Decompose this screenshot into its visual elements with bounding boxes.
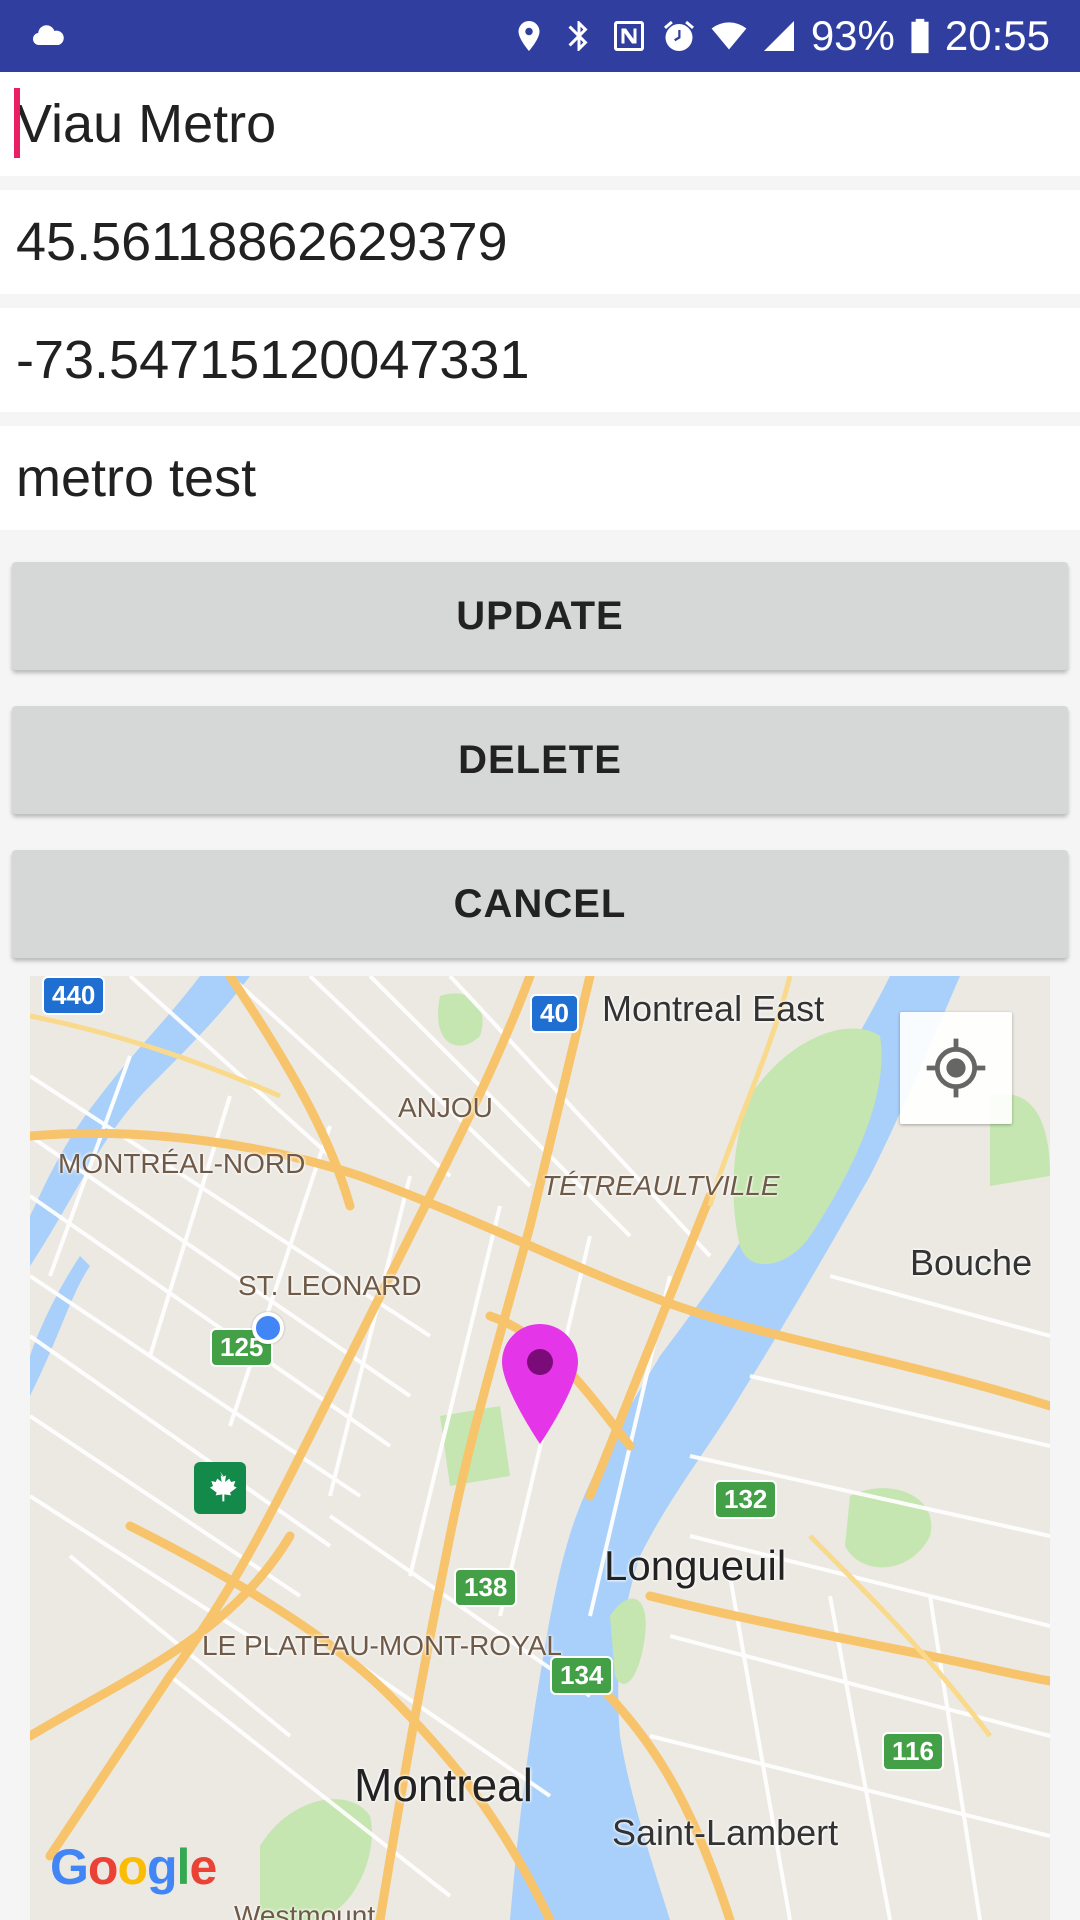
- route-shield-132: 132: [714, 1480, 778, 1519]
- wifi-icon: [711, 16, 747, 56]
- map-label-st-leonard: ST. LEONARD: [238, 1270, 422, 1301]
- map-tiles: [30, 976, 1050, 1920]
- delete-button[interactable]: DELETE: [12, 706, 1068, 814]
- route-shield-116: 116: [882, 1732, 944, 1771]
- map-label-plateau: LE PLATEAU-MONT-ROYAL: [202, 1630, 562, 1661]
- alarm-icon: [661, 16, 697, 56]
- battery-percent: 93%: [810, 12, 895, 59]
- description-input[interactable]: metro test: [0, 426, 1080, 530]
- location-icon: [511, 16, 547, 56]
- my-location-dot: [252, 1312, 284, 1344]
- map-marker-pin[interactable]: [500, 1322, 580, 1446]
- nfc-icon: [611, 16, 647, 56]
- latitude-input[interactable]: 45.56118862629379: [0, 190, 1080, 294]
- update-button[interactable]: UPDATE: [12, 562, 1068, 670]
- map-label-montreal-east: Montreal East: [602, 988, 825, 1029]
- route-shield-40: 40: [530, 994, 579, 1033]
- crosshair-icon: [926, 1038, 986, 1098]
- map-label-saint-lambert: Saint-Lambert: [612, 1812, 839, 1853]
- longitude-input[interactable]: -73.54715120047331: [0, 308, 1080, 412]
- clock: 20:55: [944, 12, 1050, 59]
- map-label-montreal: Montreal: [354, 1759, 533, 1811]
- route-shield-138: 138: [454, 1568, 518, 1607]
- route-shield-440: 440: [42, 976, 106, 1015]
- text-cursor: [14, 88, 20, 158]
- my-location-button[interactable]: [900, 1012, 1012, 1124]
- cloud-icon: [30, 16, 66, 56]
- map-label-tetreaultville: TÉTREAULTVILLE: [542, 1170, 780, 1201]
- bluetooth-icon: [561, 16, 597, 56]
- cancel-button[interactable]: CANCEL: [12, 850, 1068, 958]
- map-label-longueuil: Longueuil: [604, 1542, 787, 1589]
- signal-icon: [761, 16, 797, 56]
- google-logo: Google: [50, 1839, 217, 1895]
- name-input-value: Viau Metro: [16, 94, 277, 154]
- description-input-value: metro test: [16, 448, 257, 508]
- map-view[interactable]: 440 40 125 132 138 134 116 Montreal East…: [30, 976, 1050, 1920]
- battery-icon: [909, 16, 931, 56]
- map-label-anjou: ANJOU: [398, 1092, 493, 1123]
- map-label-westmount: Westmount: [234, 1900, 376, 1920]
- map-label-montreal-nord: MONTRÉAL-NORD: [58, 1148, 306, 1179]
- latitude-input-value: 45.56118862629379: [16, 212, 508, 272]
- name-input[interactable]: Viau Metro: [0, 72, 1080, 176]
- park-maple-leaf-icon: [194, 1462, 246, 1514]
- longitude-input-value: -73.54715120047331: [16, 330, 530, 390]
- status-bar: 93% 20:55: [0, 0, 1080, 72]
- map-label-boucherville: Bouche: [910, 1242, 1033, 1283]
